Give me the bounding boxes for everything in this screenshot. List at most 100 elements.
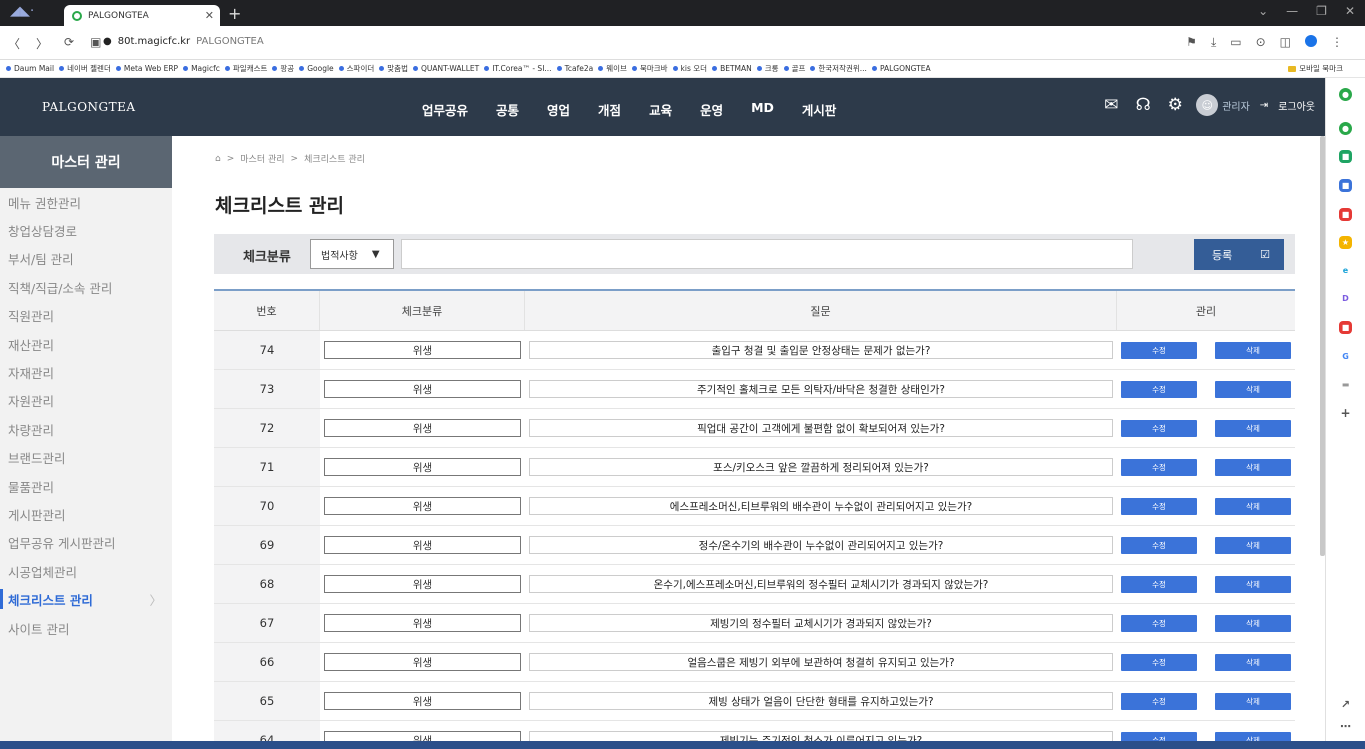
app-icon-grey[interactable]: ▬: [1339, 378, 1352, 391]
bookmark-item[interactable]: PALGONGTEA: [871, 64, 931, 73]
bookmark-item[interactable]: BETMAN: [712, 64, 752, 73]
mobile-bookmarks[interactable]: 모바일 북마크: [1288, 63, 1343, 74]
profile-icon[interactable]: [1305, 35, 1317, 47]
translate-icon[interactable]: ⚑: [1186, 35, 1197, 50]
row-category-field[interactable]: 위생: [324, 458, 521, 476]
row-question-field[interactable]: 픽업대 공간이 고객에게 불편함 없이 확보되어져 있는가?: [529, 419, 1113, 437]
nav-item[interactable]: 업무공유: [422, 100, 468, 119]
tab-search-icon[interactable]: ⌄: [1258, 4, 1268, 18]
delete-button[interactable]: 삭제: [1215, 653, 1291, 671]
add-app-icon[interactable]: +: [1339, 406, 1352, 420]
edit-button[interactable]: 수정: [1121, 692, 1197, 710]
bookmark-item[interactable]: 파일캐스트: [224, 63, 267, 74]
row-category-field[interactable]: 위생: [324, 380, 521, 398]
bookmark-item[interactable]: kis 오더: [672, 63, 707, 74]
bookmark-item[interactable]: IT.Corea™ - SI...: [484, 64, 552, 73]
delete-button[interactable]: 삭제: [1215, 614, 1291, 632]
sidebar-item[interactable]: 체크리스트 관리 〉: [0, 585, 172, 613]
bookmark-item[interactable]: Tcafe2a: [556, 64, 593, 73]
edit-button[interactable]: 수정: [1121, 419, 1197, 437]
delete-button[interactable]: 삭제: [1215, 536, 1291, 554]
edit-button[interactable]: 수정: [1121, 341, 1197, 359]
minimize-icon[interactable]: —: [1286, 4, 1298, 18]
bookmark-item[interactable]: 웨이브: [598, 63, 627, 74]
reload-icon[interactable]: ⟳: [64, 35, 74, 52]
site-info-icon[interactable]: ▣: [90, 35, 101, 52]
sidebar-item[interactable]: 시공업체관리: [0, 557, 172, 585]
cast-icon[interactable]: ▭: [1230, 35, 1241, 50]
sidebar-item[interactable]: 사이트 관리: [0, 614, 172, 642]
sidebar-item[interactable]: 브랜드관리: [0, 444, 172, 472]
sidebar-item[interactable]: 메뉴 권한관리: [0, 188, 172, 216]
sidebar-item[interactable]: 창업상담경로: [0, 216, 172, 244]
sidebar-item[interactable]: 업무공유 게시판관리: [0, 529, 172, 557]
close-window-icon[interactable]: ✕: [1345, 4, 1355, 18]
breadcrumb-item[interactable]: 마스터 관리: [240, 152, 284, 165]
sidebar-item[interactable]: 부서/팀 관리: [0, 245, 172, 273]
app-icon-teal[interactable]: ■: [1339, 150, 1352, 163]
row-question-field[interactable]: 제빙기의 정수필터 교체시기가 경과되지 않았는가?: [529, 614, 1113, 632]
edit-button[interactable]: 수정: [1121, 614, 1197, 632]
bookmark-item[interactable]: 스파이더: [338, 63, 374, 74]
sidebar-item[interactable]: 자원관리: [0, 387, 172, 415]
delete-button[interactable]: 삭제: [1215, 575, 1291, 593]
row-question-field[interactable]: 제빙 상태가 얼음이 단단한 형태를 유지하고있는가?: [529, 692, 1113, 710]
sidebar-item[interactable]: 직책/직급/소속 관리: [0, 273, 172, 301]
forward-icon[interactable]: 〉: [36, 35, 48, 52]
row-question-field[interactable]: 얼음스쿱은 제빙기 외부에 보관하여 청결히 유지되고 있는가?: [529, 653, 1113, 671]
nav-item[interactable]: 운영: [700, 100, 723, 119]
restore-icon[interactable]: ❐: [1316, 4, 1327, 18]
open-external-icon[interactable]: ↗: [1339, 698, 1352, 711]
row-question-field[interactable]: 에스프레소머신,티브루워의 배수관이 누수없이 관리되어지고 있는가?: [529, 497, 1113, 515]
row-question-field[interactable]: 정수/온수기의 배수관이 누수없이 관리되어지고 있는가?: [529, 536, 1113, 554]
logout-link[interactable]: 로그아웃: [1278, 98, 1315, 113]
row-category-field[interactable]: 위생: [324, 497, 521, 515]
edit-button[interactable]: 수정: [1121, 458, 1197, 476]
bookmark-item[interactable]: 골프: [783, 63, 805, 74]
bookmark-item[interactable]: 네이버 젤렌더: [59, 63, 111, 74]
delete-button[interactable]: 삭제: [1215, 692, 1291, 710]
mail-icon[interactable]: ✉: [1100, 94, 1122, 116]
browser-tab[interactable]: PALGONGTEA ✕: [64, 5, 220, 26]
row-category-field[interactable]: 위생: [324, 419, 521, 437]
bookmark-item[interactable]: 맞춤법: [379, 63, 408, 74]
row-question-field[interactable]: 포스/키오스크 앞은 깔끔하게 정리되어져 있는가?: [529, 458, 1113, 476]
site-logo[interactable]: PALGONGTEA: [42, 100, 136, 114]
row-category-field[interactable]: 위생: [324, 614, 521, 632]
delete-button[interactable]: 삭제: [1215, 419, 1291, 437]
sidebar-item[interactable]: 게시판관리: [0, 500, 172, 528]
edge-icon[interactable]: e: [1339, 264, 1352, 277]
row-question-field[interactable]: 온수기,에스프레소머신,티브루워의 정수필터 교체시기가 경과되지 않았는가?: [529, 575, 1113, 593]
app-icon-blue[interactable]: ■: [1339, 179, 1352, 192]
nav-item[interactable]: 영업: [547, 100, 570, 119]
bookmark-item[interactable]: 북마크바: [631, 63, 668, 74]
app-icon-yellow[interactable]: ★: [1339, 236, 1352, 249]
delete-button[interactable]: 삭제: [1215, 497, 1291, 515]
sidebar-item[interactable]: 물품관리: [0, 472, 172, 500]
edit-button[interactable]: 수정: [1121, 575, 1197, 593]
app-icon-green-2[interactable]: ●: [1339, 122, 1352, 135]
delete-button[interactable]: 삭제: [1215, 380, 1291, 398]
nav-item[interactable]: MD: [751, 100, 774, 119]
tab-close-icon[interactable]: ✕: [205, 9, 214, 22]
bookmark-item[interactable]: Google: [299, 64, 334, 73]
bookmark-item[interactable]: 크롱: [756, 63, 779, 74]
delete-button[interactable]: 삭제: [1215, 458, 1291, 476]
app-icon-purple[interactable]: D: [1339, 292, 1352, 305]
edit-button[interactable]: 수정: [1121, 497, 1197, 515]
user-name[interactable]: 관리자: [1222, 98, 1250, 113]
avatar[interactable]: ☺: [1196, 94, 1219, 116]
app-icon-red-2[interactable]: ■: [1339, 321, 1352, 334]
row-question-field[interactable]: 출입구 청결 및 출입문 안정상태는 문제가 없는가?: [529, 341, 1113, 359]
bookmark-item[interactable]: Meta Web ERP: [115, 64, 178, 73]
screenshot-icon[interactable]: ⊙: [1256, 35, 1266, 50]
back-icon[interactable]: 〈: [8, 35, 20, 52]
category-select[interactable]: 법적사항 ▼: [310, 239, 394, 269]
split-view-icon[interactable]: ◫: [1280, 35, 1291, 50]
bookmark-item[interactable]: Magicfc: [183, 64, 220, 73]
app-icon-green[interactable]: ●: [1339, 88, 1352, 101]
row-category-field[interactable]: 위생: [324, 692, 521, 710]
bookmark-item[interactable]: Daum Mail: [6, 64, 54, 73]
row-category-field[interactable]: 위생: [324, 575, 521, 593]
row-category-field[interactable]: 위생: [324, 653, 521, 671]
